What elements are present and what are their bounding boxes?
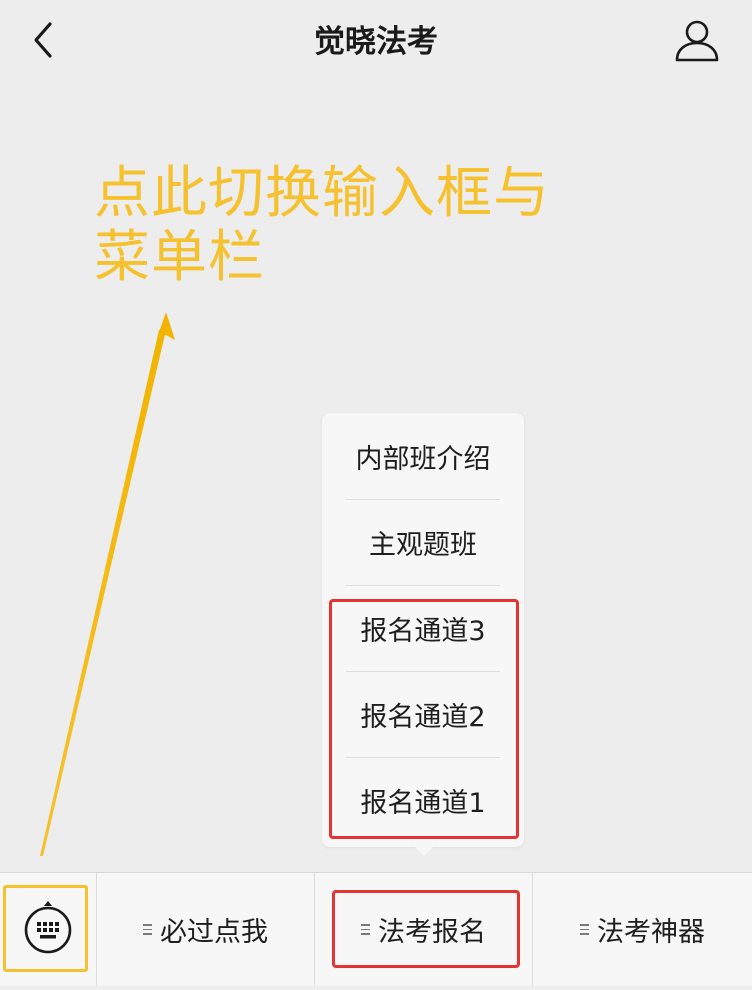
menu-lines-icon (143, 924, 152, 935)
bottom-menu-must-pass[interactable]: 必过点我 (97, 873, 314, 986)
menu-divider (346, 585, 500, 586)
top-bar: 觉晓法考 (0, 0, 752, 84)
bottom-menu-exam-tools[interactable]: 法考神器 (533, 873, 752, 986)
menu-item-internal-class[interactable]: 内部班介绍 (346, 417, 500, 503)
keyboard-icon (24, 901, 72, 954)
bottom-menu-label: 法考报名 (378, 917, 486, 948)
profile-button[interactable] (672, 18, 722, 64)
menu-divider (346, 671, 500, 672)
menu-item-subjective-class[interactable]: 主观题班 (346, 503, 500, 589)
menu-item-registration-2[interactable]: 报名通道2 (346, 675, 500, 761)
menu-item-registration-1[interactable]: 报名通道1 (346, 761, 500, 847)
menu-lines-icon (580, 924, 589, 935)
chevron-left-icon (34, 22, 52, 58)
popup-menu: 内部班介绍 主观题班 报名通道3 报名通道2 报名通道1 (322, 413, 524, 856)
keyboard-toggle-button[interactable] (0, 873, 96, 986)
user-icon (675, 20, 719, 62)
annotation-line-2: 菜单栏 (94, 225, 265, 290)
menu-lines-icon (361, 924, 370, 935)
bottom-menu-bar: 必过点我 法考报名 法考神器 (0, 872, 752, 986)
page-title: 觉晓法考 (314, 24, 438, 60)
bottom-menu-label: 法考神器 (597, 917, 705, 948)
menu-divider (346, 499, 500, 500)
bottom-menu-label: 必过点我 (160, 917, 268, 948)
annotation-line-1: 点此切换输入框与 (94, 161, 550, 226)
back-button[interactable] (22, 18, 66, 62)
menu-divider (346, 757, 500, 758)
menu-item-registration-3[interactable]: 报名通道3 (346, 589, 500, 675)
bottom-menu-exam-registration[interactable]: 法考报名 (315, 873, 532, 986)
annotation-text: 点此切换输入框与 菜单栏 (94, 162, 594, 290)
